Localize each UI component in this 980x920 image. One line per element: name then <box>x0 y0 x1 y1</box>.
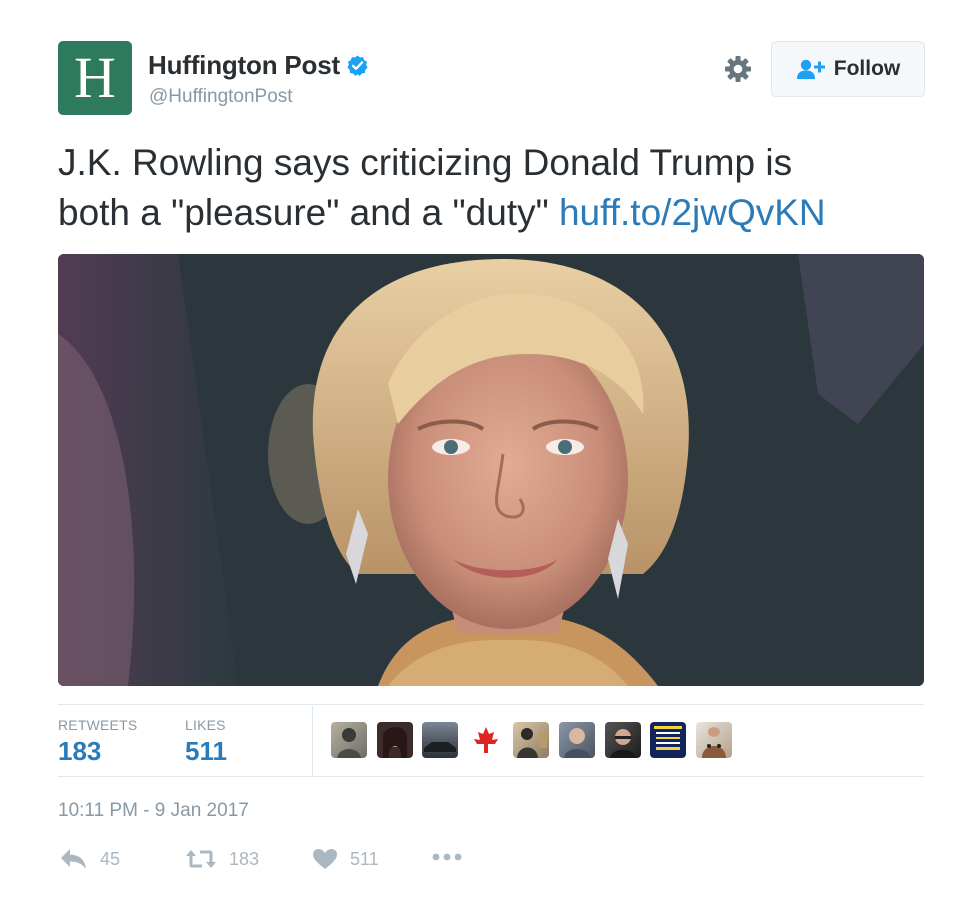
add-user-icon <box>796 59 825 79</box>
retweets-count[interactable]: 183 <box>58 736 101 767</box>
display-name[interactable]: Huffington Post <box>148 50 340 81</box>
reply-icon <box>61 849 86 869</box>
like-button[interactable]: 511 <box>312 848 379 870</box>
tweet-photo[interactable] <box>58 254 924 686</box>
stats-divider-vertical <box>312 706 313 776</box>
tweet-timestamp[interactable]: 10:11 PM - 9 Jan 2017 <box>58 800 249 822</box>
tweet-text-line1: J.K. Rowling says criticizing Donald Tru… <box>58 142 793 183</box>
retweets-label: RETWEETS <box>58 717 138 733</box>
liker-avatar[interactable] <box>650 722 687 758</box>
liker-avatar[interactable] <box>331 722 367 758</box>
liker-avatar[interactable] <box>513 722 550 758</box>
stats-divider-top <box>58 704 924 705</box>
liker-avatar[interactable] <box>467 722 504 758</box>
photo-portrait <box>58 254 924 686</box>
liker-avatar[interactable] <box>558 722 595 758</box>
liker-avatar[interactable] <box>422 722 459 758</box>
stats-divider-bottom <box>58 776 924 777</box>
avatar-letter: H <box>74 45 116 110</box>
tweet-text-line2: both a "pleasure" and a "duty" <box>58 192 549 233</box>
tweet-link[interactable]: huff.to/2jwQvKN <box>559 192 826 233</box>
liker-avatar[interactable] <box>604 722 641 758</box>
tweet-text: J.K. Rowling says criticizing Donald Tru… <box>58 138 928 238</box>
account-handle[interactable]: @HuffingtonPost <box>149 86 293 108</box>
likes-label: LIKES <box>185 717 226 733</box>
more-button[interactable] <box>432 852 474 862</box>
retweet-button[interactable]: 183 <box>185 848 259 870</box>
verified-badge-icon <box>346 54 369 77</box>
more-icon <box>432 853 462 861</box>
liker-avatar[interactable] <box>695 722 732 758</box>
heart-icon <box>313 849 337 869</box>
account-name-row: Huffington Post <box>148 50 369 81</box>
retweet-icon <box>186 850 216 868</box>
gear-icon[interactable] <box>723 54 753 84</box>
retweet-count: 183 <box>229 848 260 869</box>
liker-avatar[interactable] <box>376 722 413 758</box>
like-count: 511 <box>350 848 379 869</box>
follow-label: Follow <box>833 57 901 80</box>
follow-button[interactable]: Follow <box>771 41 925 97</box>
likes-count[interactable]: 511 <box>185 736 227 767</box>
reply-button[interactable]: 45 <box>60 848 120 870</box>
liker-avatars <box>331 722 741 758</box>
profile-avatar[interactable]: H <box>58 41 132 115</box>
reply-count: 45 <box>100 848 121 869</box>
